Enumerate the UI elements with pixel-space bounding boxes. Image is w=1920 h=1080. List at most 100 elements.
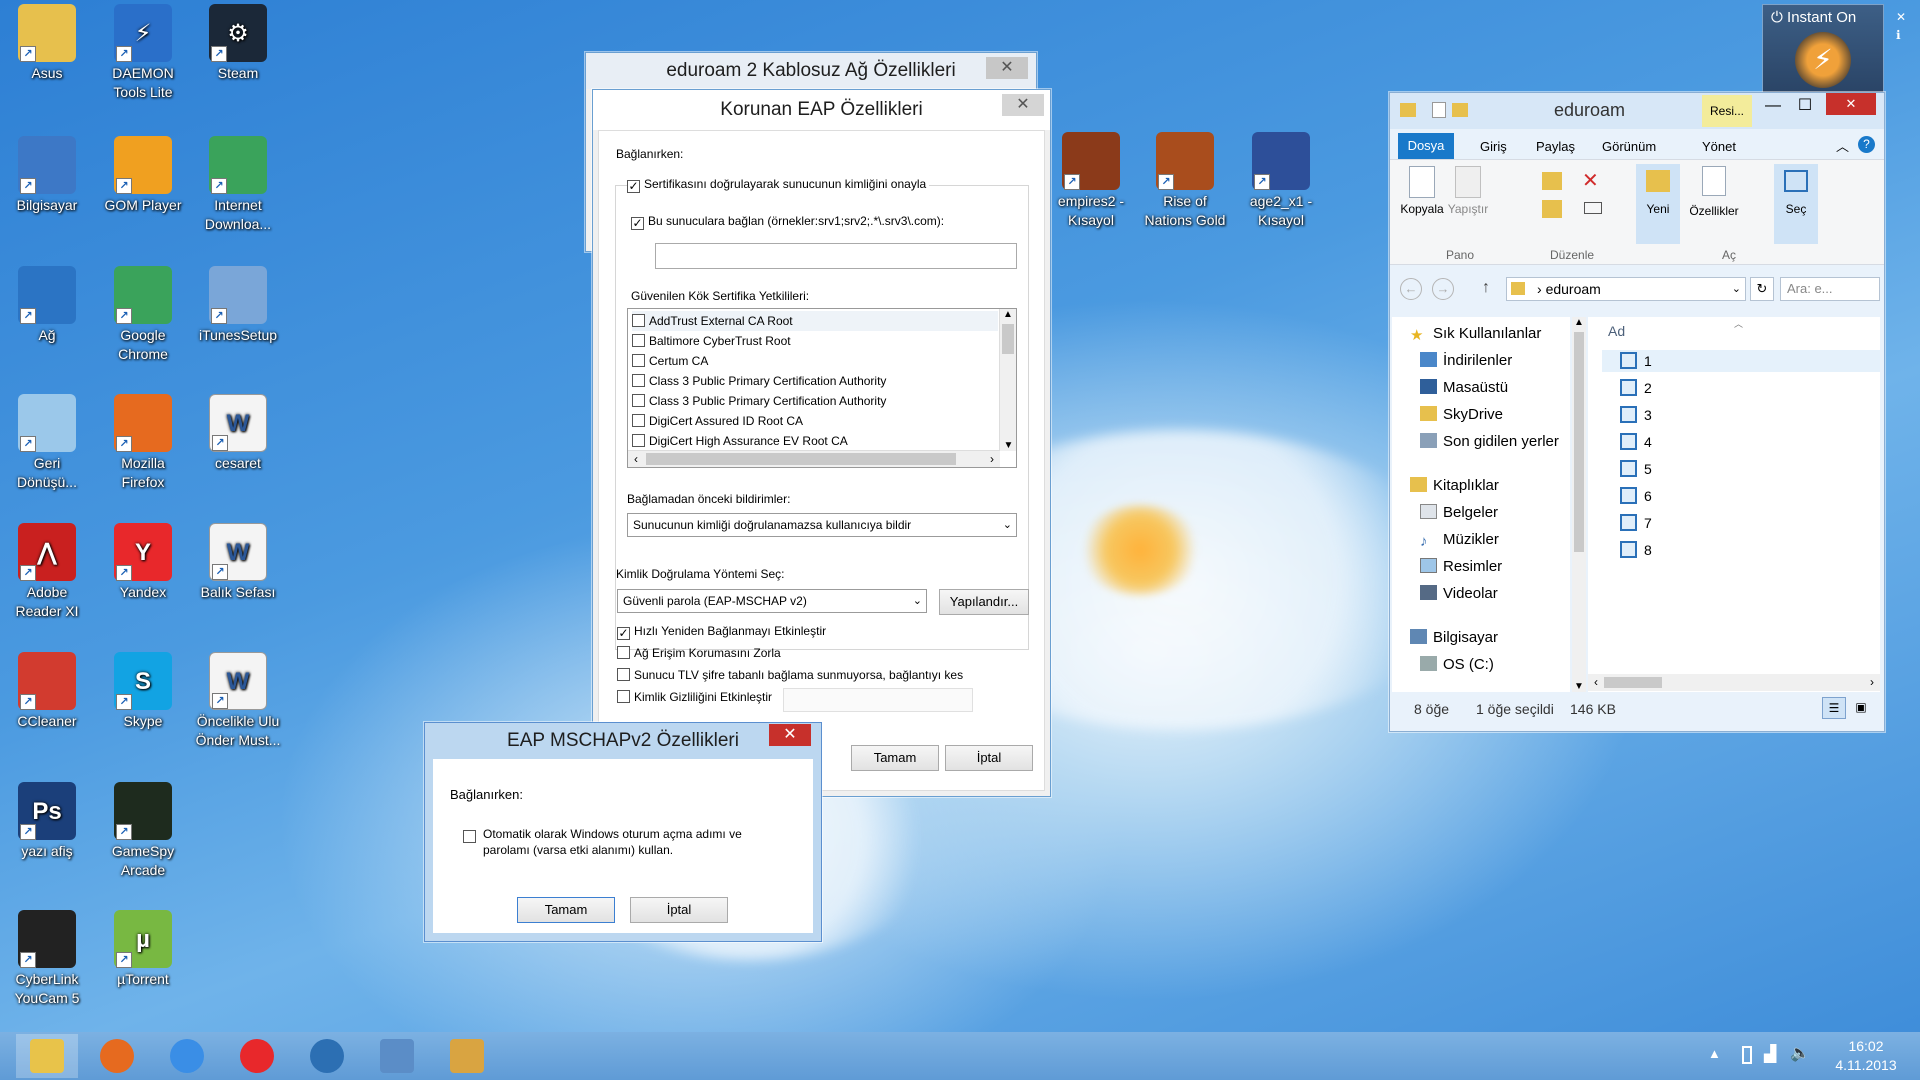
ca-list-item[interactable]: DigiCert Assured ID Root CA — [632, 411, 998, 431]
fast-reconnect-checkbox[interactable]: ✓ Hızlı Yeniden Bağlanmayı Etkinleştir — [617, 624, 826, 640]
eap-ok-button[interactable]: Tamam — [851, 745, 939, 771]
nav-os-drive[interactable]: OS (C:) — [1420, 656, 1494, 673]
configure-button[interactable]: Yapılandır... — [939, 589, 1029, 615]
desktop-icon-item[interactable]: ⋀ ↗ Adobe Reader XI — [2, 523, 92, 621]
ca-list-vscroll[interactable]: ▲ ▼ — [999, 309, 1016, 451]
address-bar[interactable]: › eduroam ⌄ — [1506, 277, 1746, 301]
nav-desktop[interactable]: Masaüstü — [1420, 379, 1508, 396]
wlan-close-button[interactable]: ✕ — [986, 57, 1028, 79]
notify-select[interactable]: Sunucunun kimliği doğrulanamazsa kullanı… — [627, 513, 1017, 537]
copy-to-icon[interactable] — [1542, 200, 1562, 218]
copy-button[interactable]: Kopyala — [1398, 166, 1446, 216]
column-header-name[interactable]: Ad — [1608, 323, 1625, 339]
properties-button[interactable]: Özellikler — [1686, 166, 1742, 218]
nap-checkbox[interactable]: Ağ Erişim Korumasını Zorla — [617, 646, 781, 660]
select-button[interactable]: Seç — [1774, 164, 1818, 244]
identity-privacy-checkbox[interactable]: Kimlik Gizliliğini Etkinleştir — [617, 690, 772, 704]
large-icons-view-button[interactable]: ▣ — [1850, 697, 1872, 719]
nav-music[interactable]: ♪ Müzikler — [1420, 531, 1499, 550]
nav-downloads[interactable]: İndirilenler — [1420, 352, 1512, 369]
refresh-button[interactable]: ↻ — [1750, 277, 1774, 301]
desktop-icon-item[interactable]: ↗ empires2 - Kısayol — [1046, 132, 1136, 230]
file-list-item[interactable]: 4 — [1620, 433, 1652, 450]
desktop-icon-item[interactable]: ⚡ ↗ DAEMON Tools Lite — [98, 4, 188, 102]
nav-skydrive[interactable]: SkyDrive — [1420, 406, 1503, 423]
file-list-item[interactable]: 8 — [1620, 541, 1652, 558]
ca-list-item[interactable]: DigiCert High Assurance EV Root CA — [632, 431, 998, 451]
mschap-ok-button[interactable]: Tamam — [517, 897, 615, 923]
desktop-icon-item[interactable]: W ↗ cesaret — [193, 394, 283, 473]
nav-pictures[interactable]: Resimler — [1420, 558, 1502, 575]
desktop-icon-item[interactable]: ↗ Google Chrome — [98, 266, 188, 364]
desktop-icon-item[interactable]: ↗ CCleaner — [2, 652, 92, 731]
nav-videos[interactable]: Videolar — [1420, 585, 1498, 602]
desktop-icon-item[interactable]: ↗ Geri Dönüşü... — [2, 394, 92, 492]
quick-access-folder-icon[interactable] — [1400, 103, 1416, 117]
up-button[interactable]: ↑ — [1482, 279, 1490, 297]
delete-icon[interactable]: ✕ — [1582, 168, 1599, 193]
eap-close-button[interactable]: ✕ — [1002, 94, 1044, 116]
desktop-icon-item[interactable]: ↗ Internet Downloa... — [193, 136, 283, 234]
desktop-icon-item[interactable]: Ps ↗ yazı afiş — [2, 782, 92, 861]
nav-recent[interactable]: Son gidilen yerler — [1420, 433, 1559, 450]
ca-list-item[interactable]: Baltimore CyberTrust Root — [632, 331, 998, 351]
taskbar-app[interactable] — [16, 1034, 78, 1078]
quick-access-properties-icon[interactable] — [1432, 102, 1446, 118]
search-input[interactable]: Ara: e... — [1780, 277, 1880, 301]
servers-input[interactable] — [655, 243, 1017, 269]
taskbar-app[interactable] — [226, 1034, 288, 1078]
file-list-item[interactable]: 1 — [1620, 352, 1652, 369]
desktop-icon-item[interactable]: ↗ CyberLink YouCam 5 — [2, 910, 92, 1008]
desktop-icon-item[interactable]: ↗ Asus — [2, 4, 92, 83]
file-list-item[interactable]: 7 — [1620, 514, 1652, 531]
widget-side-icons[interactable]: ✕ ℹ — [1896, 8, 1906, 44]
desktop-icon-item[interactable]: ↗ GOM Player — [98, 136, 188, 215]
quick-access-newfolder-icon[interactable] — [1452, 103, 1468, 117]
desktop-icon-item[interactable]: ↗ Ağ — [2, 266, 92, 345]
mschap-cancel-button[interactable]: İptal — [630, 897, 728, 923]
file-list-item[interactable]: 5 — [1620, 460, 1652, 477]
tab-view[interactable]: Görünüm — [1602, 139, 1656, 154]
nav-scrollbar[interactable]: ▲ ▼ — [1572, 317, 1586, 692]
details-view-button[interactable]: ☰ — [1822, 697, 1846, 719]
desktop-icon-item[interactable]: ↗ iTunesSetup — [193, 266, 283, 345]
desktop-icon-item[interactable]: ↗ age2_x1 - Kısayol — [1236, 132, 1326, 230]
tlv-checkbox[interactable]: Sunucu TLV şifre tabanlı bağlama sunmuyo… — [617, 668, 963, 682]
file-list-item[interactable]: 2 — [1620, 379, 1652, 396]
back-button[interactable]: ← — [1400, 278, 1422, 300]
tab-manage[interactable]: Yönet — [1702, 139, 1736, 154]
context-tab-pictures[interactable]: Resi... — [1702, 95, 1752, 127]
battery-icon[interactable] — [1742, 1046, 1752, 1064]
desktop-icon-item[interactable]: ⚙ ↗ Steam — [193, 4, 283, 83]
desktop-icon-item[interactable]: ↗ Rise of Nations Gold — [1140, 132, 1230, 230]
mschap-close-button[interactable]: ✕ — [769, 724, 811, 746]
ca-list-item[interactable]: Certum CA — [632, 351, 998, 371]
ca-list-item[interactable]: Class 3 Public Primary Certification Aut… — [632, 391, 998, 411]
file-list-item[interactable]: 3 — [1620, 406, 1652, 423]
desktop-icon-item[interactable]: ↗ Bilgisayar — [2, 136, 92, 215]
auth-method-select[interactable]: Güvenli parola (EAP-MSCHAP v2) ⌄ — [617, 589, 927, 613]
explorer-close-button[interactable]: ✕ — [1826, 93, 1876, 115]
file-list-item[interactable]: 6 — [1620, 487, 1652, 504]
taskbar-app[interactable] — [86, 1034, 148, 1078]
instant-on-widget[interactable]: ⏻ Instant On ⚡ — [1762, 4, 1884, 94]
clock[interactable]: 16:02 4.11.2013 — [1820, 1037, 1912, 1075]
desktop-icon-item[interactable]: W ↗ Öncelikle Ulu Önder Must... — [193, 652, 283, 750]
volume-icon[interactable]: 🔈 — [1790, 1043, 1810, 1063]
nav-libraries[interactable]: Kitaplıklar — [1410, 477, 1499, 494]
ca-list[interactable]: AddTrust External CA Root Baltimore Cyber… — [627, 308, 1017, 468]
taskbar-app[interactable] — [156, 1034, 218, 1078]
desktop-icon-item[interactable]: µ ↗ µTorrent — [98, 910, 188, 989]
new-button[interactable]: Yeni — [1636, 164, 1680, 244]
paste-button[interactable]: Yapıştır — [1444, 166, 1492, 216]
ribbon-collapse-icon[interactable]: ︿ — [1836, 136, 1849, 155]
minimize-button[interactable]: — — [1758, 97, 1788, 115]
desktop-icon-item[interactable]: Y ↗ Yandex — [98, 523, 188, 602]
ca-list-item[interactable]: Class 3 Public Primary Certification Aut… — [632, 371, 998, 391]
ca-list-hscroll[interactable]: ‹ › — [628, 450, 1000, 467]
tray-show-hidden-icon[interactable]: ▲ — [1708, 1046, 1721, 1061]
tab-share[interactable]: Paylaş — [1536, 139, 1575, 154]
taskbar-app[interactable] — [436, 1034, 498, 1078]
taskbar-app[interactable] — [296, 1034, 358, 1078]
tab-home[interactable]: Giriş — [1480, 139, 1507, 154]
